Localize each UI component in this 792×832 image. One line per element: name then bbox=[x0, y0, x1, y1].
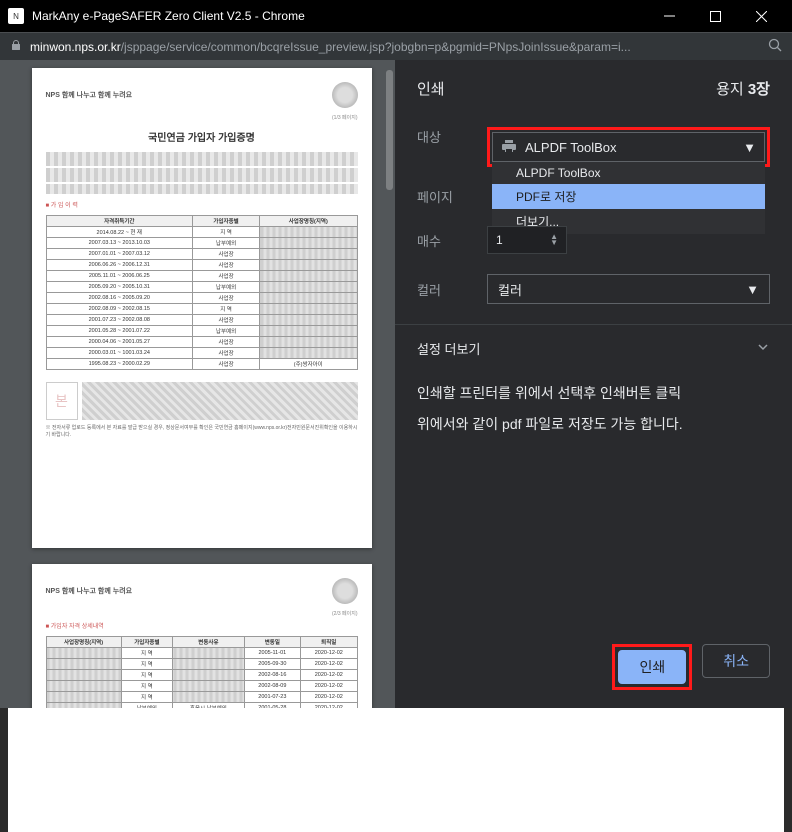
seal-icon bbox=[332, 82, 358, 108]
preview-page-1: NPS 함께 나누고 함께 누려요 (1/3 페이지) 국민연금 가입자 가입증… bbox=[32, 68, 372, 548]
zoom-icon[interactable] bbox=[768, 38, 782, 55]
window-title: MarkAny e-PageSAFER Zero Client V2.5 - C… bbox=[32, 9, 646, 23]
sheet-count: 용지 3장 bbox=[716, 78, 770, 99]
printer-icon bbox=[501, 138, 517, 157]
print-preview-pane: NPS 함께 나누고 함께 누려요 (1/3 페이지) 국민연금 가입자 가입증… bbox=[0, 60, 395, 708]
copies-input[interactable]: 1 ▲▼ bbox=[487, 226, 567, 254]
window-titlebar: N MarkAny e-PageSAFER Zero Client V2.5 -… bbox=[0, 0, 792, 32]
print-button[interactable]: 인쇄 bbox=[618, 650, 686, 684]
lock-icon bbox=[10, 39, 22, 54]
close-button[interactable] bbox=[738, 0, 784, 32]
history-table: 자격취득기간 가입자종별 사업장명칭(지역) 2014.08.22 ~ 현 재지… bbox=[46, 215, 358, 370]
document-title: 국민연금 가입자 가입증명 bbox=[46, 129, 358, 144]
print-settings-panel: 인쇄 용지 3장 대상 ALPDF ToolBox ▼ bbox=[395, 60, 792, 708]
color-select[interactable]: 컬러 ▼ bbox=[487, 274, 770, 304]
caret-down-icon: ▼ bbox=[743, 140, 756, 155]
detail-table: 사업장명칭(지역) 가입자종별 변동사유 변동일 퇴직일 지 역2005-11-… bbox=[46, 636, 358, 708]
minimize-button[interactable] bbox=[646, 0, 692, 32]
address-bar: minwon.nps.or.kr/jsppage/service/common/… bbox=[0, 32, 792, 60]
spinner-icon[interactable]: ▲▼ bbox=[550, 234, 558, 246]
preview-scrollbar[interactable] bbox=[386, 70, 393, 190]
caret-down-icon: ▼ bbox=[746, 282, 759, 297]
maximize-button[interactable] bbox=[692, 0, 738, 32]
app-favicon: N bbox=[8, 8, 24, 24]
nps-logo: NPS 함께 나누고 함께 누려요 bbox=[46, 90, 133, 100]
seal-icon bbox=[332, 578, 358, 604]
destination-select[interactable]: ALPDF ToolBox ▼ bbox=[492, 132, 765, 162]
watermark-char: 본 bbox=[46, 382, 78, 420]
panel-title: 인쇄 bbox=[417, 78, 445, 99]
more-settings-toggle[interactable]: 설정 더보기 bbox=[395, 324, 792, 372]
page-background bbox=[8, 708, 784, 832]
instruction-text: 인쇄할 프린터를 위에서 선택후 인쇄버튼 클릭 위에서와 같이 pdf 파일로… bbox=[395, 372, 792, 446]
preview-page-2: NPS 함께 나누고 함께 누려요 (2/3 페이지) ■ 가입자 자격 상세내… bbox=[32, 564, 372, 708]
highlight-destination: ALPDF ToolBox ▼ ALPDF ToolBox PDF로 저장 더보… bbox=[487, 127, 770, 167]
url-text[interactable]: minwon.nps.or.kr/jsppage/service/common/… bbox=[30, 40, 760, 54]
chevron-down-icon bbox=[756, 340, 770, 357]
highlight-print-button: 인쇄 bbox=[612, 644, 692, 690]
cancel-button[interactable]: 취소 bbox=[702, 644, 770, 678]
